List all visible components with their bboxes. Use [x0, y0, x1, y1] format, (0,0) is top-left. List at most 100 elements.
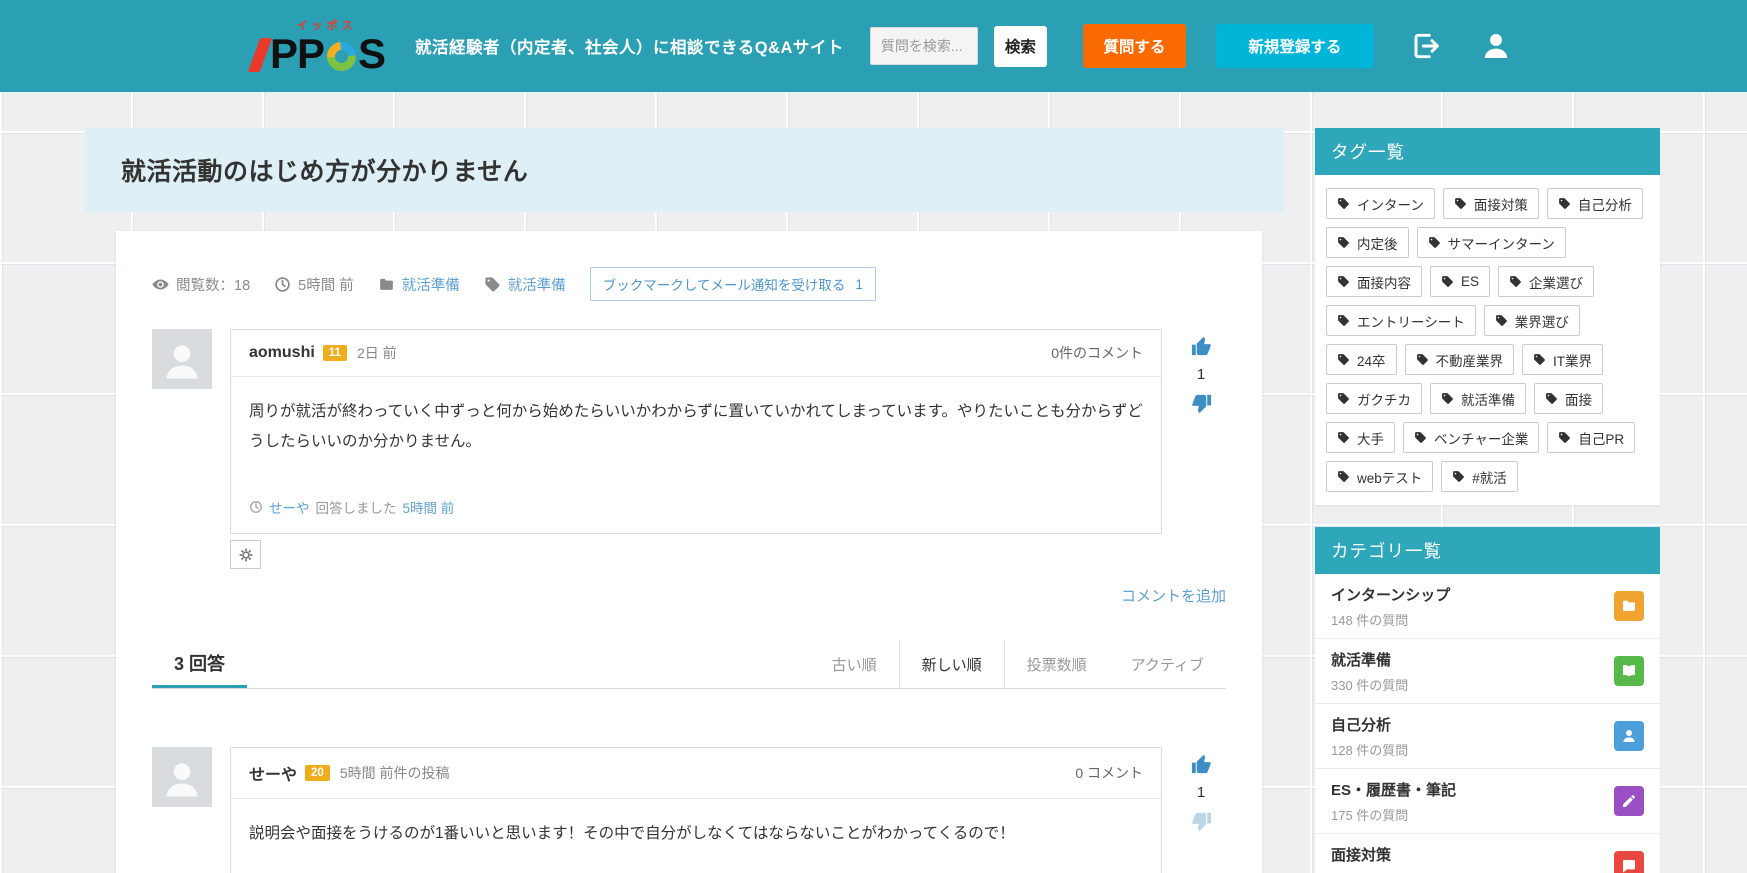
logo-o-ring-icon	[321, 36, 362, 77]
tag-pill[interactable]: エントリーシート	[1326, 305, 1476, 336]
page-title-band: 就活活動のはじめ方が分かりません	[85, 128, 1284, 212]
answered-time-link[interactable]: 5時間 前	[403, 497, 455, 517]
bookmark-button[interactable]: ブックマークしてメール通知を受け取る 1	[590, 267, 876, 301]
tag-icon	[1509, 275, 1522, 288]
upvote-button[interactable]	[1188, 333, 1214, 359]
person-icon	[1614, 721, 1644, 751]
folder-icon	[378, 276, 395, 293]
downvote-button[interactable]	[1188, 390, 1214, 416]
site-logo[interactable]: イッポス PP S	[254, 17, 385, 75]
tag-pill-label: 企業選び	[1529, 272, 1583, 292]
sort-tab-votes[interactable]: 投票数順	[1005, 640, 1109, 688]
tag-pill-label: 内定後	[1357, 233, 1398, 253]
tag-pill-label: 業界選び	[1515, 311, 1569, 331]
tag-pill[interactable]: 内定後	[1326, 227, 1409, 258]
sort-tabs: 古い順 新しい順 投票数順 アクティブ	[810, 640, 1226, 688]
answered-info: せーや 回答しました 5時間 前	[231, 493, 1161, 533]
question-meta-row: 閲覧数：18 5時間 前 就活準備 就活準備 ブックマークしてメール通知を受け取…	[152, 267, 1226, 301]
sort-tab-oldest[interactable]: 古い順	[810, 640, 899, 688]
tag-icon	[1495, 314, 1508, 327]
user-icon[interactable]	[1478, 28, 1514, 64]
person-icon	[160, 340, 204, 384]
tag-pill-label: ES	[1461, 274, 1479, 289]
tag-pill[interactable]: 就活準備	[1430, 383, 1526, 414]
settings-button[interactable]	[230, 540, 261, 569]
answer-author-name[interactable]: せーや	[249, 761, 297, 785]
answer-upvote-button[interactable]	[1188, 751, 1214, 777]
tag-icon	[1428, 236, 1441, 249]
tag-pill-label: 24卒	[1357, 350, 1386, 370]
answered-by-link[interactable]: せーや	[269, 497, 310, 517]
logout-icon[interactable]	[1408, 28, 1444, 64]
tag-pill[interactable]: ES	[1430, 266, 1490, 297]
tag-link[interactable]: 就活準備	[508, 274, 566, 295]
tag-pill-label: サマーインターン	[1448, 233, 1555, 253]
posted-time: 5時間 前	[274, 274, 354, 295]
chat-icon	[1614, 851, 1644, 873]
author-reputation-badge: 11	[323, 345, 347, 361]
tag-pill[interactable]: 業界選び	[1484, 305, 1580, 336]
tag-pill[interactable]: IT業界	[1522, 344, 1603, 375]
site-tagline: 就活経験者（内定者、社会人）に相談できるQ&Aサイト	[415, 34, 844, 58]
question-posted-time: 2日 前	[357, 343, 397, 363]
category-meta: 就活準備	[378, 274, 460, 295]
answer-body: 説明会や面接をうけるのが1番いいと思います！その中で自分がしなくてはならないこと…	[231, 799, 1161, 873]
category-row-interview[interactable]: 面接対策 件の質問	[1315, 834, 1660, 873]
question-post-box: aomushi 11 2日 前 0件のコメント 周りが就活が終わっていく中ずっと…	[230, 329, 1162, 534]
tag-pill-label: 自己分析	[1578, 194, 1632, 214]
avatar	[152, 329, 212, 389]
logo-letters-s: S	[358, 33, 385, 75]
category-row-internship[interactable]: インターンシップ 148 件の質問	[1315, 574, 1660, 639]
category-link[interactable]: 就活準備	[402, 274, 460, 295]
register-button[interactable]: 新規登録する	[1216, 24, 1374, 68]
tag-pill[interactable]: 面接対策	[1443, 188, 1539, 219]
tag-pill[interactable]: #就活	[1441, 461, 1518, 492]
author-name[interactable]: aomushi	[249, 344, 315, 362]
tag-pill[interactable]: 面接	[1534, 383, 1603, 414]
tag-pill[interactable]: 24卒	[1326, 344, 1397, 375]
header: イッポス PP S 就活経験者（内定者、社会人）に相談できるQ&Aサイト 検索 …	[0, 0, 1747, 92]
bookmark-label: ブックマークしてメール通知を受け取る	[603, 274, 846, 294]
search-input[interactable]	[870, 27, 978, 65]
tag-pill-label: エントリーシート	[1357, 311, 1465, 331]
question-body: 周りが就活が終わっていく中ずっと何から始めたらいいかわからずに置いていかれてしま…	[231, 377, 1161, 493]
tag-icon	[1414, 431, 1427, 444]
category-row-self-analysis[interactable]: 自己分析 128 件の質問	[1315, 704, 1660, 769]
tag-pill[interactable]: インターン	[1326, 188, 1435, 219]
tag-pill[interactable]: ベンチャー企業	[1403, 422, 1539, 453]
category-name: 就活準備	[1331, 649, 1614, 670]
tag-pill[interactable]: 自己分析	[1547, 188, 1643, 219]
category-row-preparation[interactable]: 就活準備 330 件の質問	[1315, 639, 1660, 704]
answer-post-header: せーや 20 5時間 前件の投稿 0 コメント	[231, 748, 1161, 799]
tag-pill[interactable]: webテスト	[1326, 461, 1433, 492]
logo-letters-pp: PP	[270, 33, 324, 75]
answer-vote-count: 1	[1197, 784, 1205, 801]
tag-icon	[1452, 470, 1465, 483]
tag-pill[interactable]: ガクチカ	[1326, 383, 1422, 414]
search-button[interactable]: 検索	[994, 26, 1047, 67]
tag-pill[interactable]: サマーインターン	[1417, 227, 1566, 258]
tags-panel: インターン 面接対策 自己分析 内定後	[1315, 175, 1660, 505]
answer-posted-time: 5時間 前件の投稿	[340, 763, 450, 783]
tag-pill[interactable]: 大手	[1326, 422, 1395, 453]
page-title: 就活活動のはじめ方が分かりません	[85, 152, 528, 188]
tag-pill-label: ガクチカ	[1357, 389, 1411, 409]
tag-icon	[1337, 236, 1350, 249]
add-comment-link[interactable]: コメントを追加	[1121, 588, 1226, 605]
tag-icon	[1545, 392, 1558, 405]
ask-question-button[interactable]: 質問する	[1083, 24, 1186, 68]
category-row-es-resume[interactable]: ES・履歴書・筆記 175 件の質問	[1315, 769, 1660, 834]
sort-tab-newest[interactable]: 新しい順	[899, 640, 1005, 688]
gear-icon	[239, 548, 253, 562]
tag-pill-label: 面接	[1565, 389, 1592, 409]
logo-wordmark: PP S	[254, 33, 385, 75]
tag-icon	[1337, 314, 1350, 327]
tag-pill[interactable]: 不動産業界	[1405, 344, 1515, 375]
tag-pill[interactable]: 面接内容	[1326, 266, 1422, 297]
clock-icon	[274, 276, 291, 293]
answer-downvote-button[interactable]	[1188, 808, 1214, 834]
tag-pill[interactable]: 企業選び	[1498, 266, 1594, 297]
question-post: aomushi 11 2日 前 0件のコメント 周りが就活が終わっていく中ずっと…	[152, 329, 1226, 534]
sort-tab-active[interactable]: アクティブ	[1109, 640, 1226, 688]
tag-pill[interactable]: 自己PR	[1547, 422, 1635, 453]
